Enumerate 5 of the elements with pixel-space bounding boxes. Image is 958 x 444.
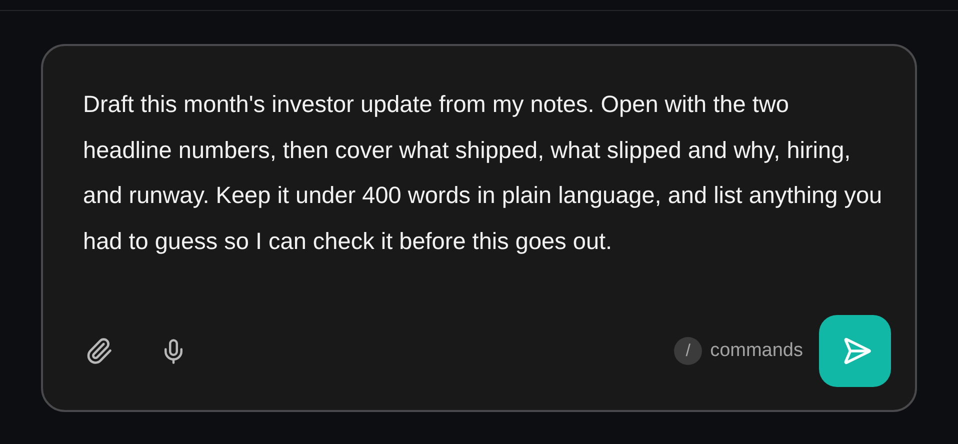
send-button[interactable] [819,315,891,387]
shortcut-key: / [674,337,702,365]
paperclip-icon [85,337,113,365]
message-input[interactable]: Draft this month's investor update from my notes. Open with the two headline numbers, then cover what shipped, what slipped and why, hiring, and runway. Keep it under 400 words in plain language, and list anything you had to guess so I can check it before this goes out. [83,82,883,264]
shortcut-hint: commands [710,338,803,363]
